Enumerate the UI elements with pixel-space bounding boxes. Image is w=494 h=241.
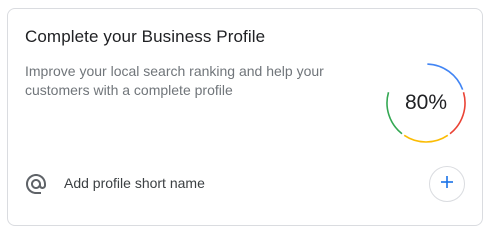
add-short-name-button[interactable]	[429, 166, 465, 202]
card-description: Improve your local search ranking and he…	[25, 63, 324, 98]
card-title: Complete your Business Profile	[25, 27, 266, 46]
profile-progress-ring: 80%	[385, 62, 467, 144]
plus-icon	[440, 175, 454, 194]
task-label: Add profile short name	[64, 175, 205, 191]
at-sign-icon	[24, 172, 48, 196]
progress-value: 80%	[404, 91, 448, 114]
business-profile-card: Complete your Business Profile Improve y…	[7, 8, 483, 226]
task-row-profile-short-name[interactable]: Add profile short name	[8, 164, 482, 204]
